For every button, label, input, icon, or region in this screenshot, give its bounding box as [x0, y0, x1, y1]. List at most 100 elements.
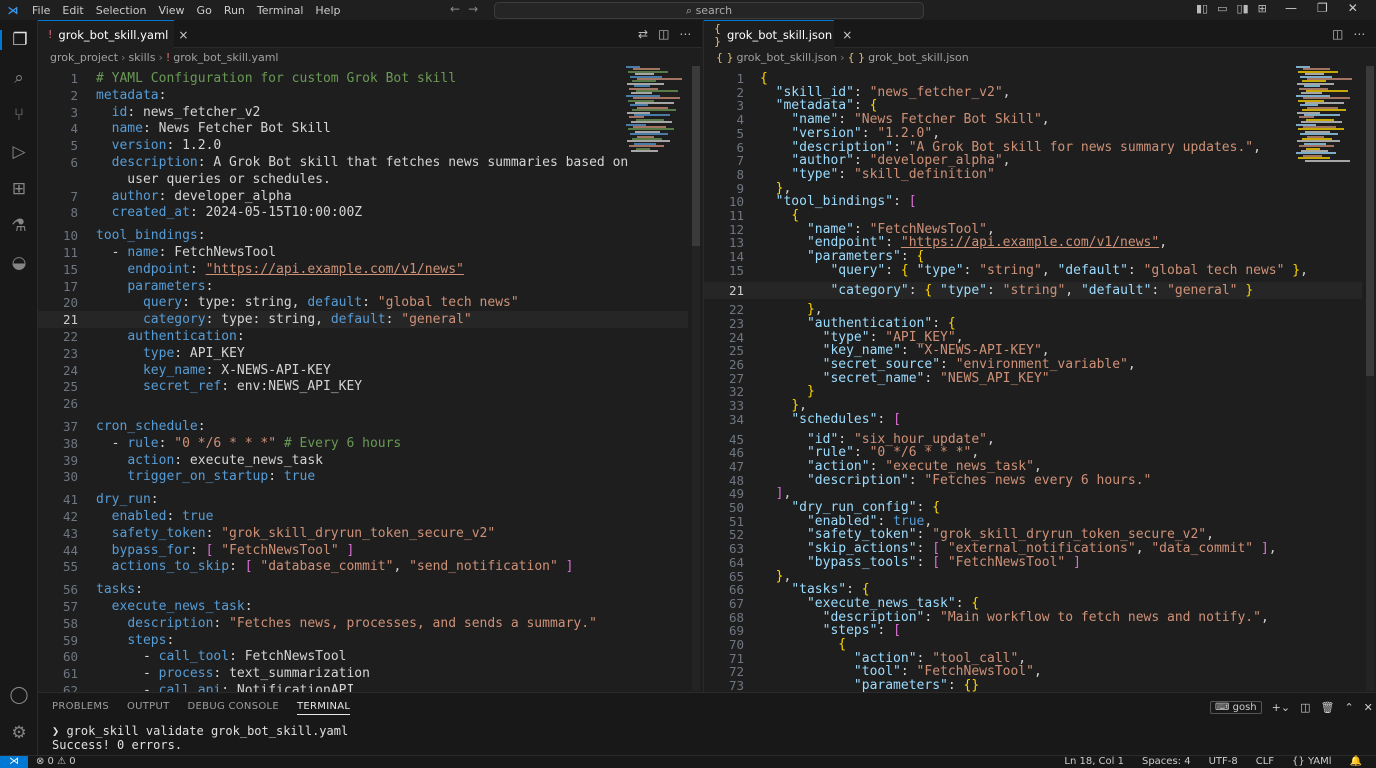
- tab-yaml-file[interactable]: ! grok_bot_skill.yaml ×: [38, 20, 188, 48]
- code-line[interactable]: 73 "parameters": {}: [704, 677, 1362, 692]
- run-debug-icon[interactable]: ▷: [0, 142, 38, 162]
- code-line[interactable]: 21 category: type: string, default: "gen…: [38, 311, 688, 329]
- explorer-icon[interactable]: ❐: [0, 30, 38, 50]
- tab-terminal[interactable]: TERMINAL: [297, 701, 351, 715]
- breadcrumb-item[interactable]: grok_bot_skill.yaml: [173, 51, 278, 64]
- customize-layout-icon[interactable]: ⊞: [1258, 2, 1267, 15]
- toggle-sidebar-icon[interactable]: ▮▯: [1196, 2, 1208, 15]
- language-mode[interactable]: {} YAMl: [1292, 756, 1332, 768]
- code-line[interactable]: 5 version: 1.2.0: [38, 137, 688, 154]
- notifications-bell-icon[interactable]: 🔔: [1350, 756, 1362, 768]
- forward-arrow-icon[interactable]: →: [468, 2, 486, 16]
- code-line[interactable]: 6 description: A Grok Bot skill that fet…: [38, 154, 688, 171]
- code-line[interactable]: 1 # YAML Configuration for custom Grok Bo…: [38, 70, 688, 87]
- command-search-box[interactable]: ⌕ search: [494, 2, 924, 19]
- code-line[interactable]: 17 parameters:: [38, 278, 688, 295]
- problems-count[interactable]: ⊗ 0 ⚠ 0: [36, 756, 76, 768]
- settings-gear-icon[interactable]: ⚙: [0, 723, 38, 743]
- code-line[interactable]: 55 actions_to_skip: [ "database_commit",…: [38, 558, 688, 575]
- code-line[interactable]: 34 "schedules": [: [704, 411, 1362, 428]
- code-line[interactable]: user queries or schedules.: [38, 171, 688, 188]
- code-line[interactable]: 43 safety_token: "grok_skill_dryrun_toke…: [38, 525, 688, 542]
- code-line[interactable]: 11 - name: FetchNewsTool: [38, 244, 688, 261]
- code-line[interactable]: 30 trigger_on_startup: true: [38, 468, 688, 485]
- toggle-secondary-sidebar-icon[interactable]: ▯▮: [1237, 2, 1249, 15]
- code-line[interactable]: 15 "query": { "type": "string", "default…: [704, 262, 1362, 279]
- remote-indicator-icon[interactable]: ⋊: [0, 756, 28, 768]
- menu-go[interactable]: Go: [191, 4, 218, 17]
- restore-icon[interactable]: ❐: [1317, 1, 1328, 15]
- code-line[interactable]: 10 tool_bindings:: [38, 227, 688, 244]
- breadcrumb-item[interactable]: grok_bot_skill.json: [868, 51, 969, 64]
- code-line[interactable]: 57 execute_news_task:: [38, 598, 688, 615]
- code-line[interactable]: 24 key_name: X-NEWS-API-KEY: [38, 362, 688, 379]
- menu-file[interactable]: File: [26, 4, 56, 17]
- breadcrumb-item[interactable]: grok_project: [50, 51, 118, 64]
- menu-terminal[interactable]: Terminal: [251, 4, 310, 17]
- code-line[interactable]: 20 query: type: string, default: "global…: [38, 294, 688, 311]
- tab-output[interactable]: OUTPUT: [127, 701, 170, 715]
- breadcrumb-item[interactable]: skills: [128, 51, 155, 64]
- code-line[interactable]: 7 author: developer_alpha: [38, 188, 688, 205]
- code-line[interactable]: 42 enabled: true: [38, 508, 688, 525]
- code-line[interactable]: 3 id: news_fetcher_v2: [38, 104, 688, 121]
- more-actions-icon[interactable]: ⋯: [1353, 27, 1365, 41]
- code-editor-yaml[interactable]: 1 # YAML Configuration for custom Grok Bo…: [38, 66, 688, 692]
- split-editor-icon[interactable]: ◫: [658, 27, 669, 41]
- accounts-icon[interactable]: ◯: [0, 685, 38, 705]
- maximize-panel-icon[interactable]: ⌃: [1344, 701, 1353, 714]
- tab-debug-console[interactable]: DEBUG CONSOLE: [188, 701, 279, 715]
- extensions-icon[interactable]: ⊞: [0, 179, 38, 199]
- minimize-icon[interactable]: —: [1285, 1, 1297, 15]
- code-line[interactable]: 39 action: execute_news_task: [38, 452, 688, 469]
- tab-problems[interactable]: PROBLEMS: [52, 701, 109, 715]
- code-line[interactable]: 44 bypass_for: [ "FetchNewsTool" ]: [38, 542, 688, 559]
- code-line[interactable]: 58 description: "Fetches news, processes…: [38, 615, 688, 632]
- vertical-scrollbar[interactable]: [692, 66, 700, 691]
- close-tab-icon[interactable]: ×: [178, 28, 188, 42]
- back-arrow-icon[interactable]: ←: [450, 2, 468, 16]
- cursor-position[interactable]: Ln 18, Col 1: [1064, 756, 1124, 768]
- code-line[interactable]: 37 cron_schedule:: [38, 418, 688, 435]
- vertical-scrollbar[interactable]: [1366, 66, 1374, 691]
- breadcrumb-item[interactable]: grok_bot_skill.json: [737, 51, 838, 64]
- terminal-shell-selector[interactable]: ⌨ gosh: [1210, 701, 1262, 714]
- code-line[interactable]: 59 steps:: [38, 632, 688, 649]
- more-actions-icon[interactable]: ⋯: [679, 27, 691, 41]
- close-tab-icon[interactable]: ×: [842, 28, 852, 42]
- kill-terminal-icon[interactable]: 🗑: [1320, 701, 1334, 714]
- split-terminal-icon[interactable]: ◫: [1300, 701, 1310, 714]
- code-line[interactable]: 15 endpoint: "https://api.example.com/v1…: [38, 261, 688, 278]
- code-line[interactable]: 26: [38, 395, 688, 412]
- code-line[interactable]: 60 - call_tool: FetchNewsTool: [38, 648, 688, 665]
- code-line[interactable]: 61 - process: text_summarization: [38, 665, 688, 682]
- code-line[interactable]: 2 metadata:: [38, 87, 688, 104]
- menu-run[interactable]: Run: [218, 4, 251, 17]
- end-of-line[interactable]: CLF: [1256, 756, 1274, 768]
- code-line[interactable]: 41 dry_run:: [38, 491, 688, 508]
- code-editor-json[interactable]: 1{2 "skill_id": "news_fetcher_v2", 3 "met…: [704, 66, 1362, 692]
- code-line[interactable]: 38 - rule: "0 */6 * * *" # Every 6 hours: [38, 435, 688, 452]
- docker-icon[interactable]: ◒: [0, 253, 38, 273]
- new-terminal-icon[interactable]: +⌄: [1272, 701, 1290, 714]
- code-line[interactable]: 4 name: News Fetcher Bot Skill: [38, 120, 688, 137]
- minimap[interactable]: [626, 66, 682, 166]
- compare-icon[interactable]: ⇄: [638, 27, 648, 41]
- encoding[interactable]: UTF-8: [1209, 756, 1238, 768]
- tab-json-file[interactable]: { } grok_bot_skill.json ×: [704, 20, 852, 48]
- code-line[interactable]: 8 created_at: 2024-05-15T10:00:00Z: [38, 204, 688, 221]
- toggle-panel-icon[interactable]: ▭: [1217, 2, 1227, 15]
- code-line[interactable]: 21 "category": { "type": "string", "defa…: [704, 281, 1362, 299]
- search-view-icon[interactable]: ⌕: [0, 68, 38, 88]
- menu-view[interactable]: View: [152, 4, 190, 17]
- code-line[interactable]: 23 type: API_KEY: [38, 345, 688, 362]
- source-control-icon[interactable]: ⑂: [0, 105, 38, 125]
- code-line[interactable]: 56 tasks:: [38, 581, 688, 598]
- code-line[interactable]: 22 authentication:: [38, 328, 688, 345]
- split-editor-icon[interactable]: ◫: [1332, 27, 1343, 41]
- menu-edit[interactable]: Edit: [56, 4, 89, 17]
- close-panel-icon[interactable]: ✕: [1364, 701, 1373, 714]
- minimap[interactable]: [1296, 66, 1352, 166]
- close-window-icon[interactable]: ✕: [1348, 1, 1358, 15]
- menu-selection[interactable]: Selection: [90, 4, 153, 17]
